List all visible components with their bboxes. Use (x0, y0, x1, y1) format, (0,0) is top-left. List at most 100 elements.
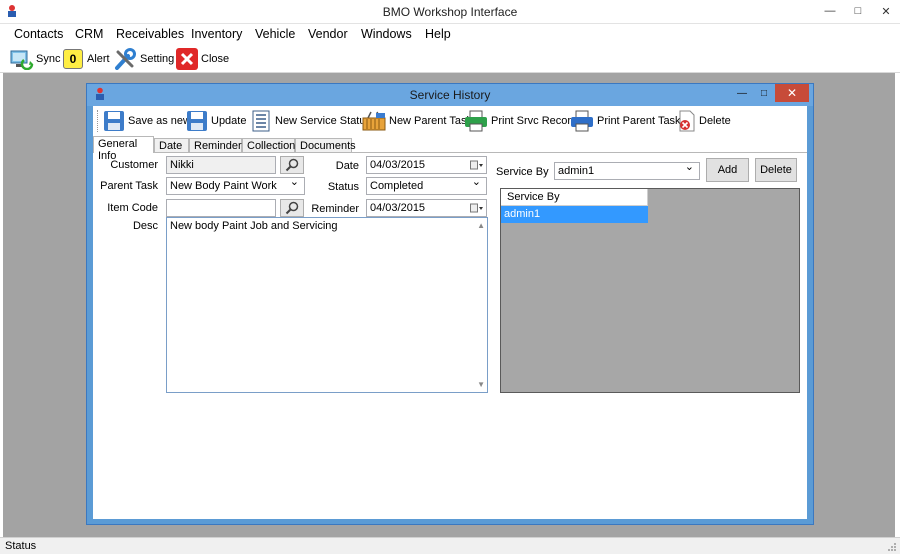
menu-crm[interactable]: CRM (75, 27, 103, 41)
delete-button[interactable]: Delete (755, 158, 797, 182)
window-titlebar: BMO Workshop Interface — □ ✕ (0, 0, 900, 24)
basket-icon (362, 111, 386, 131)
child-title: Service History (409, 88, 491, 102)
toolbar-grip (97, 110, 98, 132)
tab-date[interactable]: Date (154, 138, 189, 153)
save-icon (187, 111, 207, 131)
item-code-field[interactable] (166, 199, 276, 217)
print-parent-task-label: Print Parent Task (597, 115, 681, 127)
close-app-button[interactable]: Close (175, 47, 229, 71)
new-parent-task-label: New Parent Task (389, 115, 472, 127)
checklist-icon (252, 110, 270, 132)
new-service-status-label: New Service Status (275, 115, 371, 127)
service-by-label: Service By (496, 166, 549, 178)
tab-strip: General Info Date Reminder Collection Do… (93, 136, 807, 162)
calendar-dropdown-icon[interactable] (470, 160, 484, 171)
child-titlebar: Service History — □ ✕ (87, 84, 813, 106)
alert-icon: 0 (63, 49, 83, 69)
date-picker[interactable]: 04/03/2015 (366, 156, 487, 174)
search-icon (285, 201, 299, 215)
tab-general-info[interactable]: General Info (93, 136, 154, 162)
desc-textarea[interactable]: New body Paint Job and Servicing ▲ ▼ (166, 217, 488, 393)
child-toolbar: Save as new Update New Service Status Ne… (93, 106, 807, 136)
calendar-dropdown-icon[interactable] (470, 203, 484, 214)
menu-inventory[interactable]: Inventory (191, 27, 242, 41)
date-value: 04/03/2015 (370, 159, 426, 171)
tab-reminder[interactable]: Reminder (189, 138, 242, 153)
reminder-label: Reminder (311, 203, 359, 215)
window-controls: — □ ✕ (816, 0, 900, 22)
status-dropdown[interactable]: Completed (366, 177, 487, 195)
wrench-icon (115, 48, 136, 70)
main-toolbar: Sync 0 Alert Setting Close (0, 45, 900, 73)
sync-button[interactable]: Sync (10, 47, 60, 71)
service-by-dropdown[interactable]: admin1 (554, 162, 700, 180)
alert-count: 0 (69, 52, 77, 66)
scroll-down-icon[interactable]: ▼ (477, 380, 485, 389)
resize-grip-icon[interactable] (887, 542, 897, 552)
general-info-panel: Customer Nikki Parent Task New Body Pain… (93, 152, 807, 519)
delete-icon (679, 110, 695, 132)
menu-vendor[interactable]: Vendor (308, 27, 348, 41)
date-label: Date (335, 160, 359, 172)
print-srvc-record-label: Print Srvc Record (491, 115, 578, 127)
tab-documents[interactable]: Documents (295, 138, 356, 153)
child-window-controls: — □ ✕ (731, 84, 809, 102)
sync-label: Sync (36, 53, 61, 65)
parent-task-label: Parent Task (100, 180, 158, 192)
close-icon (176, 48, 198, 70)
new-service-status-button[interactable]: New Service Status (251, 109, 371, 133)
setting-label: Setting (140, 53, 175, 65)
menu-bar: Contacts CRM Receivables Inventory Vehic… (0, 24, 900, 45)
scroll-up-icon[interactable]: ▲ (477, 221, 485, 230)
item-code-label: Item Code (107, 202, 158, 214)
reminder-picker[interactable]: 04/03/2015 (366, 199, 487, 217)
alert-button[interactable]: 0 Alert (63, 47, 110, 71)
status-bar: Status (0, 537, 900, 554)
menu-help[interactable]: Help (425, 27, 451, 41)
delete-record-button[interactable]: Delete (677, 109, 731, 133)
save-as-new-label: Save as new (128, 115, 191, 127)
menu-contacts[interactable]: Contacts (14, 27, 63, 41)
print-parent-task-button[interactable]: Print Parent Task (570, 109, 681, 133)
save-icon (104, 111, 124, 131)
customer-search-button[interactable] (280, 156, 304, 174)
reminder-value: 04/03/2015 (370, 202, 426, 214)
child-close-button[interactable]: ✕ (775, 84, 809, 102)
print-srvc-record-button[interactable]: Print Srvc Record (464, 109, 577, 133)
minimize-button[interactable]: — (816, 0, 844, 22)
update-button[interactable]: Update (186, 109, 246, 133)
alert-label: Alert (87, 53, 110, 65)
grid-header[interactable]: Service By (501, 189, 648, 206)
service-by-grid: Service By admin1 (500, 188, 800, 393)
parent-task-dropdown[interactable]: New Body Paint Work (166, 177, 305, 195)
sync-icon (10, 50, 34, 70)
grid-row[interactable]: admin1 (501, 206, 648, 223)
status-label: Status (327, 181, 359, 193)
printer-icon (465, 110, 487, 132)
close-window-button[interactable]: ✕ (872, 0, 900, 22)
update-label: Update (211, 115, 247, 127)
new-parent-task-button[interactable]: New Parent Task (362, 109, 472, 133)
desc-label: Desc (132, 220, 158, 232)
search-icon (285, 158, 299, 172)
desc-text: New body Paint Job and Servicing (170, 220, 338, 232)
status-text: Status (5, 540, 37, 552)
child-maximize-button[interactable]: □ (753, 84, 775, 102)
customer-field[interactable]: Nikki (166, 156, 276, 174)
delete-record-label: Delete (699, 115, 731, 127)
tab-collection[interactable]: Collection (242, 138, 295, 153)
save-as-new-button[interactable]: Save as new (103, 109, 191, 133)
service-history-window: Service History — □ ✕ Save as new Update… (86, 83, 814, 525)
menu-receivables[interactable]: Receivables (116, 27, 184, 41)
child-content: Save as new Update New Service Status Ne… (93, 106, 807, 519)
menu-vehicle[interactable]: Vehicle (255, 27, 295, 41)
maximize-button[interactable]: □ (844, 0, 872, 22)
window-title: BMO Workshop Interface (382, 5, 518, 19)
menu-windows[interactable]: Windows (361, 27, 412, 41)
printer-icon (571, 110, 593, 132)
child-minimize-button[interactable]: — (731, 84, 753, 102)
setting-button[interactable]: Setting (114, 47, 174, 71)
add-button[interactable]: Add (706, 158, 749, 182)
item-code-search-button[interactable] (280, 199, 304, 217)
